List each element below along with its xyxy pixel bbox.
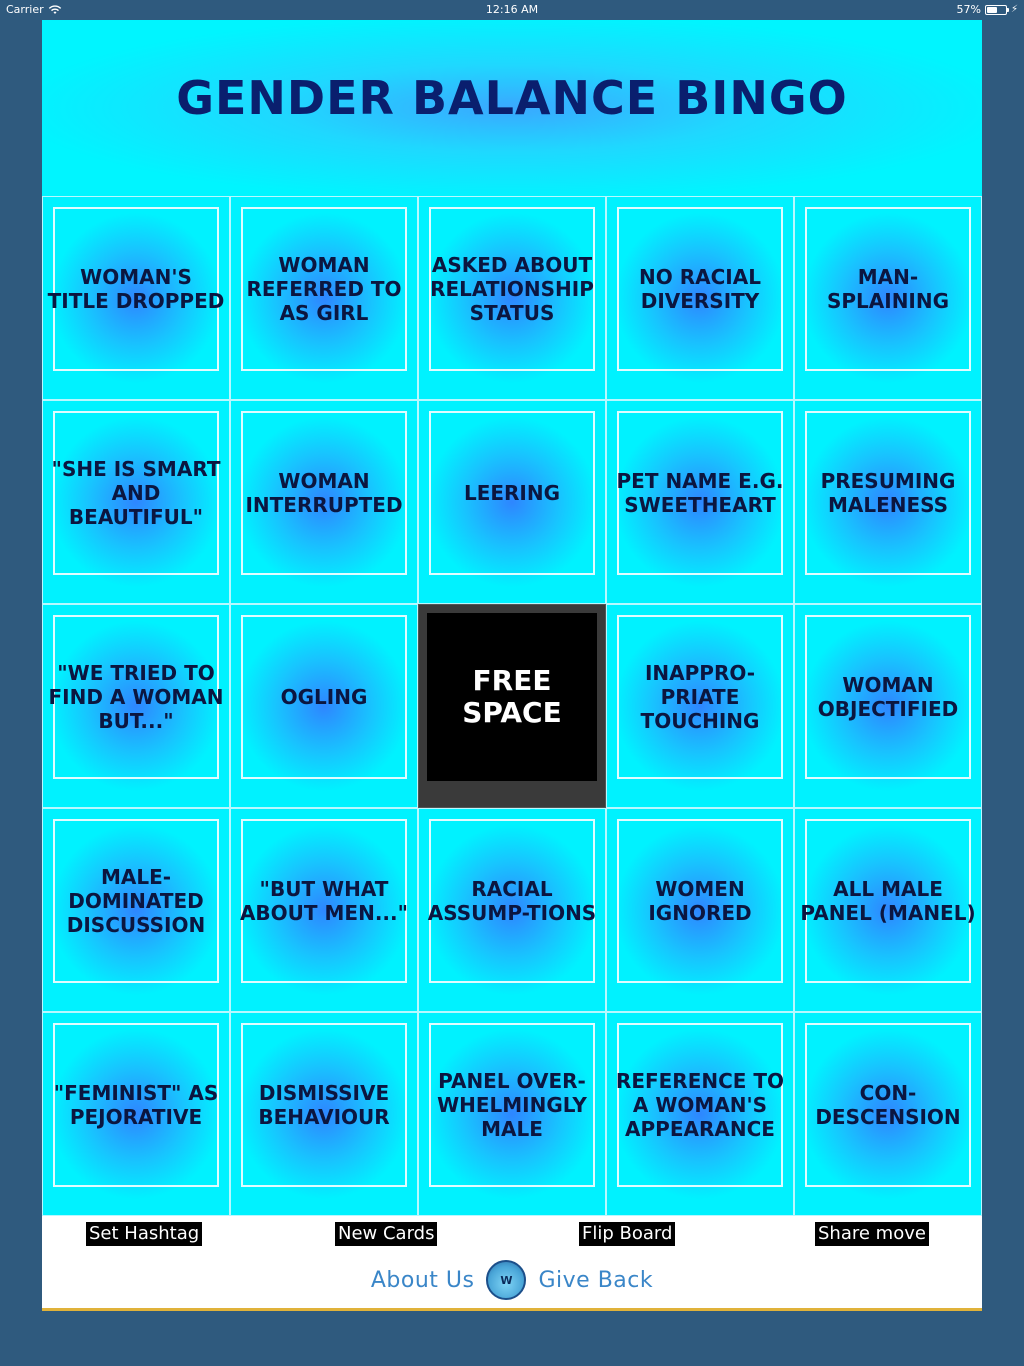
bingo-cell[interactable]: "BUT WHAT ABOUT MEN..." (230, 808, 418, 1012)
footer-divider (42, 1308, 982, 1311)
bingo-cell[interactable]: INAPPRO-PRIATE TOUCHING (606, 604, 794, 808)
cell-label: PRESUMING MALENESS (820, 469, 956, 517)
bingo-cell[interactable]: PANEL OVER-WHELMINGLY MALE (418, 1012, 606, 1216)
bingo-cell[interactable]: "SHE IS SMART AND BEAUTIFUL" (42, 400, 230, 604)
bingo-cell[interactable]: PET NAME E.G. SWEETHEART (606, 400, 794, 604)
battery-percent: 57% (956, 3, 981, 16)
cell-label: PET NAME E.G. SWEETHEART (616, 469, 784, 517)
bingo-cell[interactable]: ASKED ABOUT RELATIONSHIP STATUS (418, 196, 606, 400)
bingo-cell[interactable]: "FEMINIST" AS PEJORATIVE (42, 1012, 230, 1216)
battery-icon (984, 4, 1009, 15)
cell-label: WOMAN INTERRUPTED (245, 469, 403, 517)
cell-label: WOMEN IGNORED (648, 877, 752, 925)
clock: 12:16 AM (485, 3, 539, 16)
cell-label: MALE-DOMINATED DISCUSSION (66, 865, 206, 937)
cell-label: OGLING (280, 685, 368, 709)
cell-label: WOMAN'S TITLE DROPPED (47, 265, 225, 313)
charging-bolt-icon: ⚡ (1010, 4, 1018, 15)
bingo-cell[interactable]: DISMISSIVE BEHAVIOUR (230, 1012, 418, 1216)
new-cards-button[interactable]: New Cards (335, 1222, 438, 1246)
battery-indicator: 57% ⚡ (957, 3, 1018, 16)
cell-label: "BUT WHAT ABOUT MEN..." (239, 877, 409, 925)
cell-label: WOMAN OBJECTIFIED (817, 673, 959, 721)
bingo-cell[interactable]: PRESUMING MALENESS (794, 400, 982, 604)
bingo-cell[interactable]: MAN-SPLAINING (794, 196, 982, 400)
cell-label: WOMAN REFERRED TO AS GIRL (246, 253, 402, 325)
footer: About Us W Give Back (42, 1252, 982, 1308)
give-back-link[interactable]: Give Back (538, 1268, 653, 1293)
water-logo-icon[interactable]: W (486, 1260, 527, 1300)
cell-label: LEERING (463, 481, 561, 505)
cell-label: DISMISSIVE BEHAVIOUR (258, 1081, 390, 1129)
header: GENDER BALANCE BINGO (42, 20, 982, 196)
bingo-cell[interactable]: WOMAN INTERRUPTED (230, 400, 418, 604)
cell-label: "FEMINIST" AS PEJORATIVE (53, 1081, 219, 1129)
bingo-cell[interactable]: ALL MALE PANEL (MANEL) (794, 808, 982, 1012)
app-window: GENDER BALANCE BINGO WOMAN'S TITLE DROPP… (42, 20, 982, 1311)
free-space-cell[interactable]: FREE SPACE (418, 604, 606, 808)
about-us-link[interactable]: About Us (371, 1268, 475, 1293)
cell-label: REFERENCE TO A WOMAN'S APPEARANCE (615, 1069, 785, 1141)
bingo-cell[interactable]: WOMAN OBJECTIFIED (794, 604, 982, 808)
cell-label: ASKED ABOUT RELATIONSHIP STATUS (430, 253, 594, 325)
bingo-cell[interactable]: WOMAN REFERRED TO AS GIRL (230, 196, 418, 400)
page-title: GENDER BALANCE BINGO (176, 71, 848, 125)
cell-label: MAN-SPLAINING (826, 265, 950, 313)
bingo-cell[interactable]: "WE TRIED TO FIND A WOMAN BUT..." (42, 604, 230, 808)
cell-label: FREE SPACE (462, 664, 562, 729)
cell-label: CON-DESCENSION (815, 1081, 961, 1129)
cell-label: NO RACIAL DIVERSITY (639, 265, 761, 313)
bingo-cell[interactable]: WOMEN IGNORED (606, 808, 794, 1012)
control-bar: Set Hashtag New Cards Flip Board Share m… (42, 1216, 982, 1252)
bingo-cell[interactable]: LEERING (418, 400, 606, 604)
bingo-cell[interactable]: MALE-DOMINATED DISCUSSION (42, 808, 230, 1012)
cell-label: PANEL OVER-WHELMINGLY MALE (437, 1069, 587, 1141)
bingo-cell[interactable]: REFERENCE TO A WOMAN'S APPEARANCE (606, 1012, 794, 1216)
cell-label: "WE TRIED TO FIND A WOMAN BUT..." (48, 661, 224, 733)
cell-label: INAPPRO-PRIATE TOUCHING (640, 661, 760, 733)
flip-board-button[interactable]: Flip Board (579, 1222, 676, 1246)
cell-label: RACIAL ASSUMP-TIONS (427, 877, 597, 925)
bingo-cell[interactable]: NO RACIAL DIVERSITY (606, 196, 794, 400)
share-move-button[interactable]: Share move (815, 1222, 929, 1246)
bingo-cell[interactable]: WOMAN'S TITLE DROPPED (42, 196, 230, 400)
bingo-cell[interactable]: CON-DESCENSION (794, 1012, 982, 1216)
set-hashtag-button[interactable]: Set Hashtag (86, 1222, 203, 1246)
cell-label: ALL MALE PANEL (MANEL) (800, 877, 976, 925)
cell-label: "SHE IS SMART AND BEAUTIFUL" (51, 457, 221, 529)
bingo-cell[interactable]: RACIAL ASSUMP-TIONS (418, 808, 606, 1012)
bingo-board: WOMAN'S TITLE DROPPED WOMAN REFERRED TO A… (42, 196, 982, 1216)
bingo-cell[interactable]: OGLING (230, 604, 418, 808)
status-bar: Carrier 12:16 AM 57% ⚡ (0, 0, 1024, 20)
